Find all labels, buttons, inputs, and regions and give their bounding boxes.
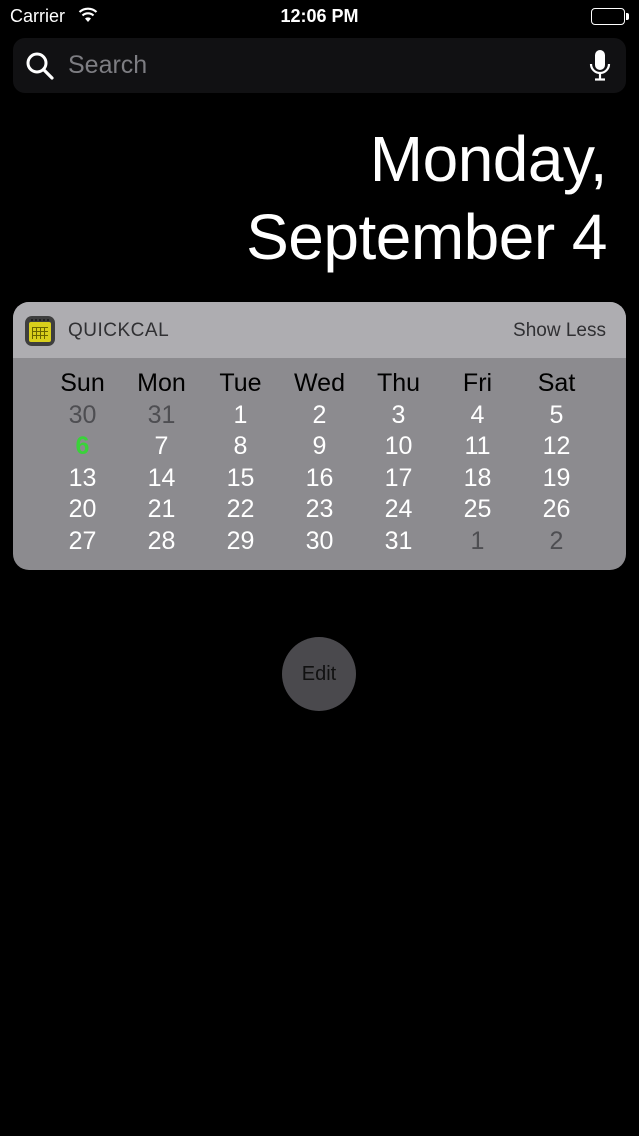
weekday-label: Thu bbox=[376, 369, 421, 397]
date-cell[interactable]: 16 bbox=[280, 463, 359, 494]
week-row: 20 21 22 23 24 25 26 bbox=[13, 494, 626, 526]
search-icon bbox=[25, 51, 55, 81]
date-cell[interactable]: 15 bbox=[201, 463, 280, 494]
date-cell[interactable]: 10 bbox=[359, 431, 438, 462]
date-cell[interactable]: 5 bbox=[517, 400, 596, 431]
date-cell[interactable]: 1 bbox=[201, 400, 280, 431]
date-cell[interactable]: 30 bbox=[280, 526, 359, 557]
date-cell[interactable]: 2 bbox=[280, 400, 359, 431]
date-cell[interactable]: 31 bbox=[359, 526, 438, 557]
date-cell[interactable]: 23 bbox=[280, 494, 359, 525]
date-cell[interactable]: 31 bbox=[122, 400, 201, 431]
search-bar[interactable] bbox=[13, 38, 626, 93]
date-cell[interactable]: 29 bbox=[201, 526, 280, 557]
date-cell[interactable]: 25 bbox=[438, 494, 517, 525]
date-cell[interactable]: 11 bbox=[438, 431, 517, 462]
weekday-label: Fri bbox=[462, 369, 493, 397]
quickcal-widget: QUICKCAL Show Less Sun Mon Tue Wed Thu Fri Sat… bbox=[13, 302, 626, 570]
date-cell[interactable]: 3 bbox=[359, 400, 438, 431]
battery-icon bbox=[591, 8, 629, 25]
calendar-app-icon bbox=[25, 316, 55, 346]
date-cell[interactable]: 20 bbox=[43, 494, 122, 525]
show-less-button[interactable]: Show Less bbox=[513, 320, 606, 342]
date-cell[interactable]: 18 bbox=[438, 463, 517, 494]
edit-button[interactable]: Edit bbox=[282, 637, 356, 711]
weekday-label: Wed bbox=[294, 369, 345, 397]
widget-app-name: QUICKCAL bbox=[68, 320, 170, 341]
date-cell[interactable]: 13 bbox=[43, 463, 122, 494]
month-calendar: Sun Mon Tue Wed Thu Fri Sat 30 31 1 2 3 4 5 6 7 8 9 10 11 12… bbox=[13, 368, 626, 557]
week-row: 13 14 15 16 17 18 19 bbox=[13, 463, 626, 495]
date-cell[interactable]: 9 bbox=[280, 431, 359, 462]
microphone-icon[interactable] bbox=[588, 48, 612, 84]
weekday-label: Mon bbox=[137, 369, 186, 397]
date-cell[interactable]: 12 bbox=[517, 431, 596, 462]
weekday-label: Sun bbox=[60, 369, 105, 397]
date-cell[interactable]: 8 bbox=[201, 431, 280, 462]
weekday-label: Tue bbox=[219, 369, 262, 397]
status-bar: Carrier 12:06 PM bbox=[0, 0, 639, 34]
month-day-label: September 4 bbox=[246, 201, 607, 273]
date-cell[interactable]: 30 bbox=[43, 400, 122, 431]
date-cell[interactable]: 19 bbox=[517, 463, 596, 494]
week-row: 27 28 29 30 31 1 2 bbox=[13, 526, 626, 558]
today-date-cell[interactable]: 6 bbox=[43, 431, 122, 462]
date-cell[interactable]: 27 bbox=[43, 526, 122, 557]
date-cell[interactable]: 22 bbox=[201, 494, 280, 525]
search-input[interactable] bbox=[68, 38, 568, 93]
week-row: 6 7 8 9 10 11 12 bbox=[13, 431, 626, 463]
weekday-label: Sat bbox=[537, 369, 576, 397]
date-cell[interactable]: 7 bbox=[122, 431, 201, 462]
date-cell[interactable]: 21 bbox=[122, 494, 201, 525]
date-cell[interactable]: 26 bbox=[517, 494, 596, 525]
weekday-label: Monday, bbox=[369, 123, 608, 195]
date-cell[interactable]: 14 bbox=[122, 463, 201, 494]
date-cell[interactable]: 4 bbox=[438, 400, 517, 431]
widget-header: QUICKCAL Show Less bbox=[13, 302, 626, 358]
status-time: 12:06 PM bbox=[280, 6, 359, 26]
date-cell[interactable]: 28 bbox=[122, 526, 201, 557]
date-heading: Monday, September 4 bbox=[246, 120, 607, 276]
date-cell[interactable]: 17 bbox=[359, 463, 438, 494]
week-row: 30 31 1 2 3 4 5 bbox=[13, 400, 626, 432]
date-cell[interactable]: 1 bbox=[438, 526, 517, 557]
date-cell[interactable]: 24 bbox=[359, 494, 438, 525]
weekday-header-row: Sun Mon Tue Wed Thu Fri Sat bbox=[13, 368, 626, 400]
date-cell[interactable]: 2 bbox=[517, 526, 596, 557]
